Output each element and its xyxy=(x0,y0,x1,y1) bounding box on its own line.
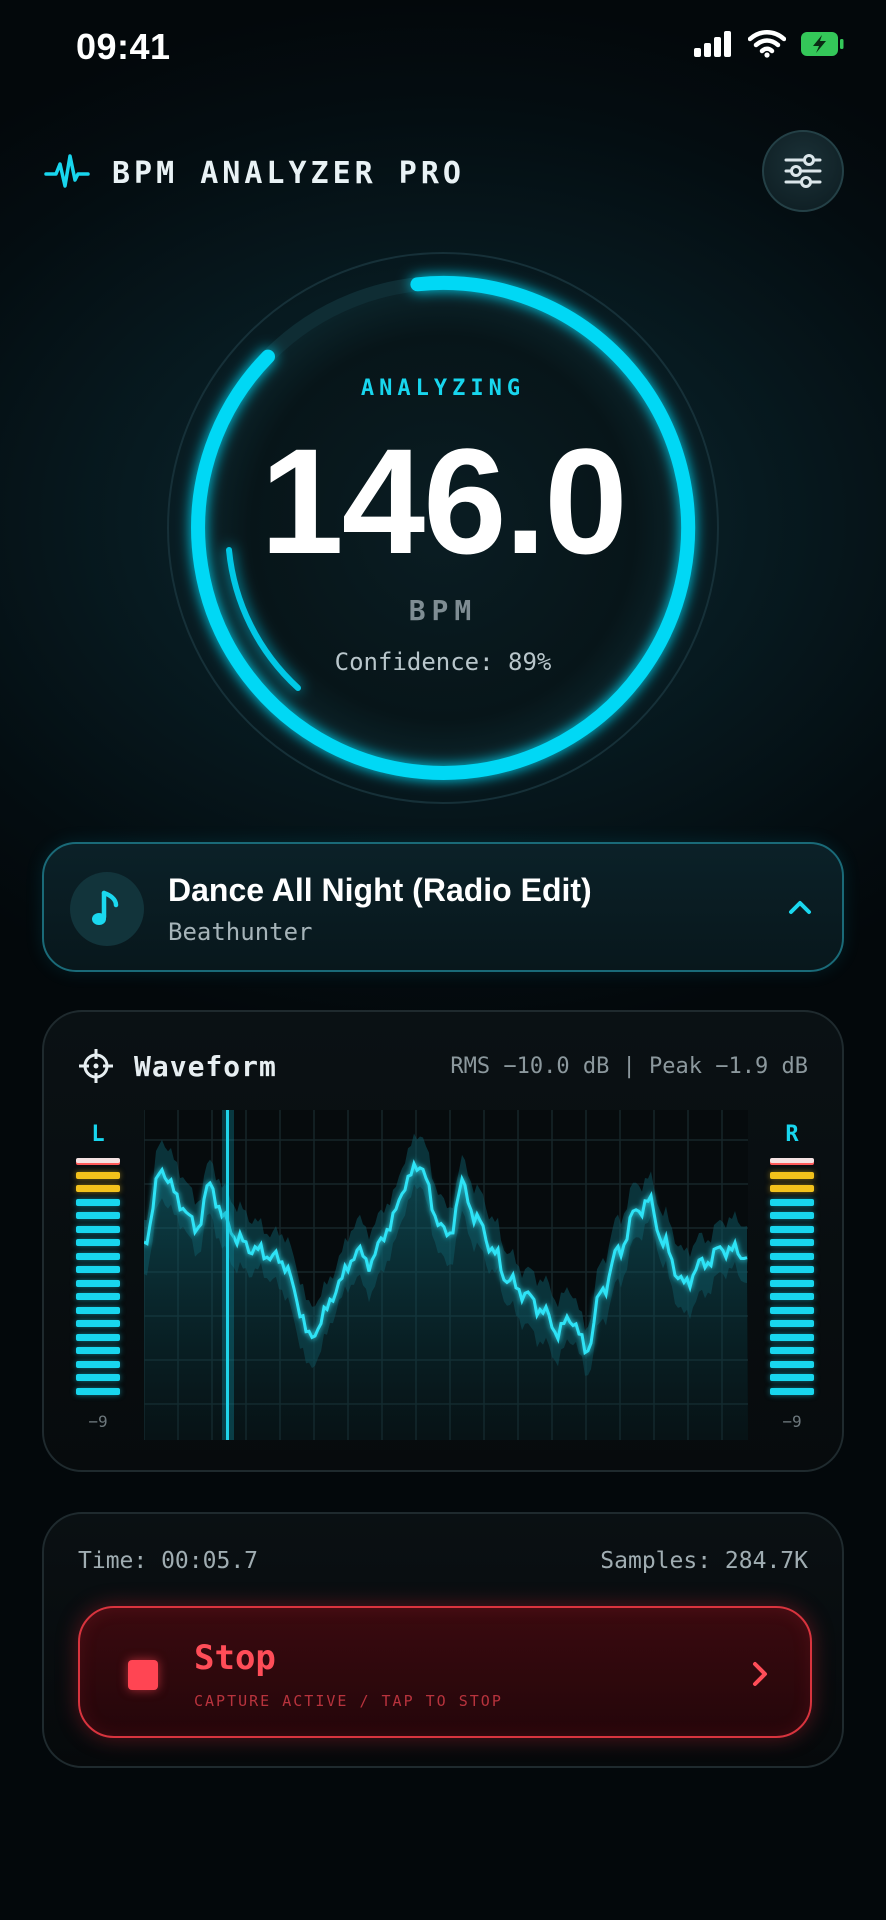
meter-segment xyxy=(770,1171,814,1179)
bpm-unit: BPM xyxy=(408,594,478,627)
right-meter-scale: −9 xyxy=(782,1412,802,1431)
battery-charging-icon xyxy=(801,32,844,56)
sliders-icon xyxy=(784,154,822,188)
meter-segment xyxy=(770,1333,814,1341)
meter-segment xyxy=(76,1387,120,1395)
waveform-plot xyxy=(144,1110,748,1440)
left-meter-scale: −9 xyxy=(88,1412,108,1431)
meter-segment xyxy=(76,1320,120,1327)
track-card[interactable]: Dance All Night (Radio Edit) Beathunter xyxy=(42,842,844,972)
meter-segment xyxy=(770,1212,814,1219)
meter-segment xyxy=(770,1252,814,1260)
stop-sublabel: CAPTURE ACTIVE / TAP TO STOP xyxy=(194,1692,503,1710)
meter-segment xyxy=(76,1171,120,1179)
meter-segment xyxy=(76,1225,120,1233)
music-note-icon xyxy=(92,890,119,925)
track-artist: Beathunter xyxy=(168,918,313,946)
meter-segment xyxy=(770,1293,814,1300)
meter-segment xyxy=(770,1266,814,1273)
right-level-meter xyxy=(770,1158,814,1408)
left-channel-label: L xyxy=(91,1122,105,1147)
confidence-label: Confidence: 89% xyxy=(334,648,552,676)
meter-segment xyxy=(76,1158,120,1163)
capture-card: Time: 00:05.7 Samples: 284.7K Stop CAPTU… xyxy=(42,1512,844,1768)
bpm-gauge: ANALYZING 146.0 BPM Confidence: 89% xyxy=(163,248,723,808)
analysis-status: ANALYZING xyxy=(360,376,526,401)
meter-segment xyxy=(76,1266,120,1273)
meter-segment xyxy=(770,1185,814,1192)
app-root: 09:41 BPM ANALYZER PRO ANALYZING 146.0 B… xyxy=(0,0,886,1920)
meter-segment xyxy=(770,1198,814,1206)
meter-segment xyxy=(770,1306,814,1314)
waveform-stats: RMS −10.0 dB | Peak −1.9 dB xyxy=(450,1054,808,1079)
chevron-right-icon xyxy=(753,1662,767,1686)
meter-segment xyxy=(76,1360,120,1368)
meter-segment xyxy=(76,1279,120,1287)
capture-time: Time: 00:05.7 xyxy=(78,1548,259,1574)
meter-segment xyxy=(770,1158,814,1163)
status-bar: 09:41 xyxy=(0,0,886,96)
crosshair-icon xyxy=(79,1049,113,1083)
meter-segment xyxy=(770,1225,814,1233)
app-header: BPM ANALYZER PRO xyxy=(44,130,844,214)
meter-segment xyxy=(770,1347,814,1354)
bpm-value: 146.0 xyxy=(260,417,627,585)
track-artwork xyxy=(70,872,144,946)
meter-segment xyxy=(76,1252,120,1260)
settings-button[interactable] xyxy=(762,130,844,212)
right-channel-label: R xyxy=(785,1122,799,1147)
waveform-card: Waveform RMS −10.0 dB | Peak −1.9 dB L −… xyxy=(42,1010,844,1472)
stop-square-icon xyxy=(128,1660,158,1690)
meter-segment xyxy=(76,1333,120,1341)
status-icons xyxy=(694,30,844,58)
waveform-title: Waveform xyxy=(134,1050,277,1083)
meter-segment xyxy=(770,1320,814,1327)
status-time: 09:41 xyxy=(76,26,171,67)
meter-segment xyxy=(76,1198,120,1206)
wifi-icon xyxy=(748,30,786,58)
meter-segment xyxy=(76,1212,120,1219)
meter-segment xyxy=(76,1239,120,1246)
left-level-meter xyxy=(76,1158,120,1408)
meter-segment xyxy=(76,1185,120,1192)
meter-segment xyxy=(76,1306,120,1314)
capture-samples: Samples: 284.7K xyxy=(600,1548,808,1574)
meter-segment xyxy=(770,1374,814,1381)
meter-segment xyxy=(770,1387,814,1395)
app-title: BPM ANALYZER PRO xyxy=(112,156,465,191)
pulse-waveform-icon xyxy=(44,154,90,188)
meter-segment xyxy=(770,1239,814,1246)
meter-segment xyxy=(770,1279,814,1287)
cellular-signal-icon xyxy=(694,31,731,57)
stop-label: Stop xyxy=(194,1638,276,1678)
stop-button[interactable]: Stop CAPTURE ACTIVE / TAP TO STOP xyxy=(78,1606,812,1738)
track-title: Dance All Night (Radio Edit) xyxy=(168,872,592,908)
meter-segment xyxy=(76,1293,120,1300)
meter-segment xyxy=(76,1374,120,1381)
chevron-up-icon[interactable] xyxy=(782,890,818,926)
playhead-line xyxy=(226,1110,229,1440)
meter-segment xyxy=(76,1347,120,1354)
meter-segment xyxy=(770,1360,814,1368)
